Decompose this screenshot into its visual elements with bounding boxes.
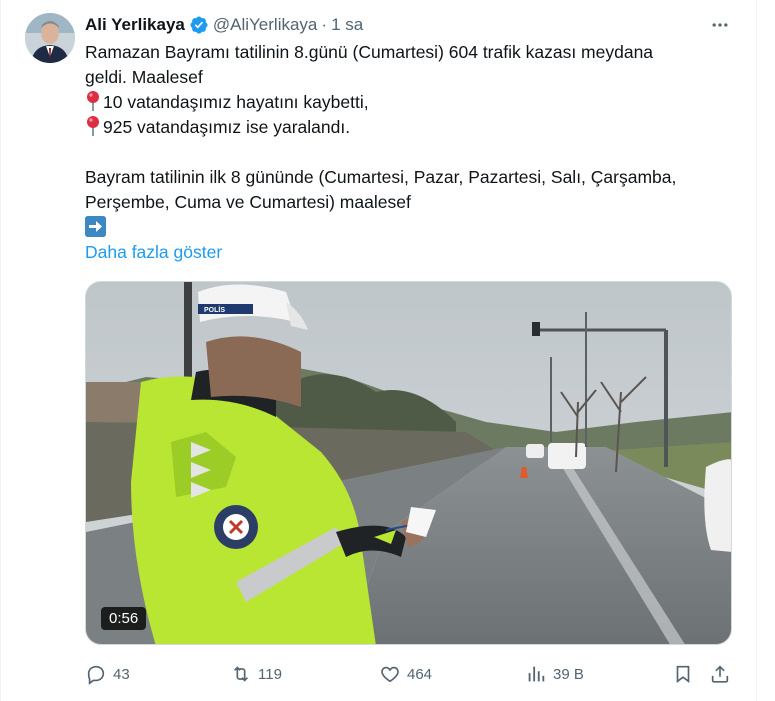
- timestamp[interactable]: 1 sa: [331, 15, 363, 35]
- more-icon[interactable]: [708, 14, 732, 36]
- round-pushpin-icon: [85, 90, 101, 112]
- like-count: 464: [407, 665, 433, 683]
- show-more-link[interactable]: Daha fazla göster: [85, 242, 222, 263]
- display-name[interactable]: Ali Yerlikaya: [85, 15, 185, 35]
- verified-badge-icon[interactable]: [189, 15, 209, 35]
- like-button[interactable]: 464: [379, 660, 432, 688]
- tweet-text-line: geldi. Maalesef: [85, 67, 203, 87]
- action-bar: 43 119 464 39 B: [85, 660, 735, 688]
- police-cap-badge: POLİS: [204, 306, 225, 314]
- tweet-text-line: Bayram tatilinin ilk 8 gününde (Cumartes…: [85, 167, 677, 187]
- bookmark-button[interactable]: [672, 660, 694, 688]
- video-thumbnail: POLİS: [86, 282, 731, 644]
- handle[interactable]: @AliYerlikaya: [213, 15, 318, 35]
- tweet-text-line: Ramazan Bayramı tatilinin 8.günü (Cumart…: [85, 42, 654, 62]
- round-pushpin-icon: [85, 115, 101, 137]
- repost-icon: [233, 666, 249, 682]
- heart-icon: [381, 666, 399, 683]
- tweet-text-line: Perşembe, Cuma ve Cumartesi) maalesef: [85, 192, 411, 212]
- tweet-text: Ramazan Bayramı tatilinin 8.günü (Cumart…: [85, 40, 735, 240]
- injuries-text: 925 vatandaşımız ise yaralandı.: [103, 117, 351, 137]
- avatar-image: [25, 13, 75, 63]
- repost-count: 119: [258, 665, 282, 683]
- reply-icon: [87, 665, 105, 685]
- views-button[interactable]: 39 B: [525, 660, 584, 688]
- tweet-text-line: 925 vatandaşımız ise yaralandı.: [85, 115, 735, 140]
- video-duration: 0:56: [101, 607, 147, 630]
- tweet-card[interactable]: Ali Yerlikaya @AliYerlikaya · 1 sa Ramaz…: [0, 0, 757, 701]
- bookmark-icon: [676, 665, 690, 683]
- share-button[interactable]: [709, 660, 731, 688]
- tweet-text-line: [85, 215, 735, 240]
- tweet-text-line: 10 vatandaşımız hayatını kaybetti,: [85, 90, 735, 115]
- views-icon: [528, 666, 545, 682]
- repost-button[interactable]: 119: [230, 660, 282, 688]
- video-player[interactable]: POLİS 0:56: [85, 281, 732, 645]
- right-arrow-icon: [85, 216, 106, 237]
- separator: ·: [321, 15, 328, 34]
- share-icon: [711, 665, 729, 683]
- reply-button[interactable]: 43: [85, 660, 130, 688]
- avatar[interactable]: [25, 13, 75, 63]
- reply-count: 43: [113, 665, 130, 683]
- tweet-header: Ali Yerlikaya @AliYerlikaya · 1 sa: [85, 14, 363, 36]
- deaths-text: 10 vatandaşımız hayatını kaybetti,: [103, 92, 369, 112]
- views-count: 39 B: [553, 665, 584, 683]
